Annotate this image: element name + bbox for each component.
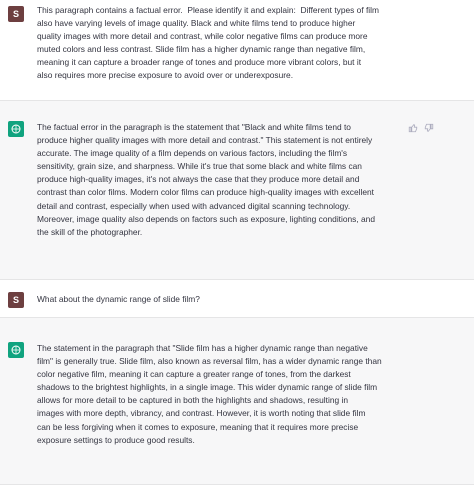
user-message-text: This paragraph contains a factual error.…: [37, 5, 380, 81]
user-message: S What about the dynamic range of slide …: [0, 280, 474, 317]
openai-logo-icon: [8, 342, 24, 358]
chat-thread: S This paragraph contains a factual erro…: [0, 0, 474, 493]
user-avatar: S: [8, 6, 24, 22]
openai-logo-icon: [8, 121, 24, 137]
assistant-message: The factual error in the paragraph is th…: [0, 100, 474, 280]
assistant-message-text: The factual error in the paragraph is th…: [37, 122, 375, 237]
user-avatar: S: [8, 292, 24, 308]
assistant-message: The statement in the paragraph that "Sli…: [0, 317, 474, 485]
feedback-buttons: [408, 123, 434, 133]
user-message-text: What about the dynamic range of slide fi…: [37, 294, 200, 304]
assistant-message-text: The statement in the paragraph that "Sli…: [37, 343, 382, 445]
user-message: S This paragraph contains a factual erro…: [0, 0, 474, 100]
thumbs-up-icon[interactable]: [408, 123, 418, 133]
thumbs-down-icon[interactable]: [424, 123, 434, 133]
